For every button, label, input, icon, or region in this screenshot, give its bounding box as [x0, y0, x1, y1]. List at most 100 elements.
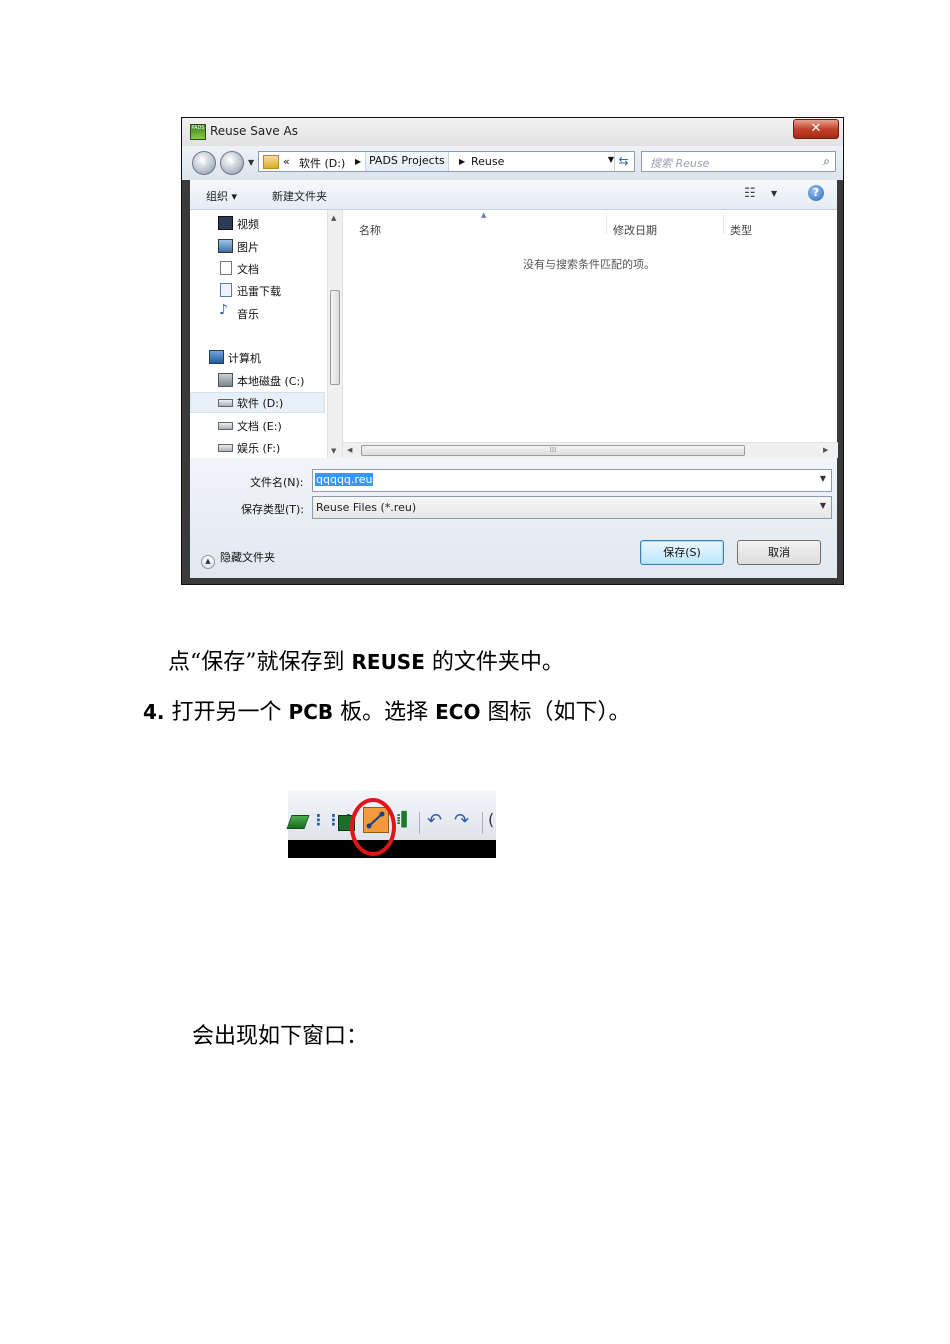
save-options-area: 文件名(N): qqqqq.reu ▼ 保存类型(T): Reuse Files…	[190, 458, 837, 578]
view-options-icon[interactable]: ☷	[744, 186, 756, 201]
hide-folders-label: 隐藏文件夹	[220, 551, 275, 564]
nav-item-xunlei[interactable]: 迅雷下载	[190, 280, 325, 301]
redo-icon[interactable]: ↷	[454, 812, 472, 830]
chevron-up-icon: ▲	[201, 555, 215, 569]
pcb-toolbar-screenshot: ⋮⋮⋮ ⁞▌ ↶ ↷ (	[286, 790, 496, 858]
save-button[interactable]: 保存(S)	[640, 540, 724, 565]
scroll-right-icon[interactable]: ▶	[823, 446, 828, 454]
scrollbar-thumb[interactable]	[330, 290, 340, 385]
scrollbar-thumb[interactable]: ⁞⁞⁞	[361, 445, 745, 456]
filetype-label: 保存类型(T):	[241, 503, 305, 516]
back-button[interactable]: ‹	[192, 151, 216, 175]
breadcrumb-separator-icon[interactable]: ▶	[355, 157, 361, 166]
new-folder-button[interactable]: 新建文件夹	[272, 188, 327, 204]
text-fragment: 板。选择	[340, 700, 429, 725]
filename-label: 文件名(N):	[250, 476, 304, 489]
column-header-date-modified[interactable]: 修改日期	[613, 222, 657, 238]
view-dropdown-icon[interactable]: ▼	[771, 189, 777, 198]
nav-item-pictures[interactable]: 图片	[190, 236, 325, 257]
empty-list-message: 没有与搜索条件匹配的项。	[523, 258, 655, 271]
column-header-type[interactable]: 类型	[730, 222, 752, 238]
nav-item-label: 音乐	[237, 308, 259, 321]
nav-item-label: 软件 (D:)	[237, 397, 284, 410]
column-header-name[interactable]: 名称	[359, 222, 381, 238]
organize-menu[interactable]: 组织 ▾	[206, 188, 237, 204]
filetype-value: Reuse Files (*.reu)	[316, 501, 417, 514]
nav-item-music[interactable]: ♪ 音乐	[190, 303, 325, 324]
hide-folders-toggle[interactable]: ▲ 隐藏文件夹	[201, 549, 275, 569]
search-icon[interactable]: ⌕	[823, 154, 830, 169]
navigation-scrollbar[interactable]: ▲ ▼	[327, 210, 342, 458]
scroll-left-icon[interactable]: ◀	[347, 446, 352, 454]
scroll-up-icon[interactable]: ▲	[331, 214, 336, 222]
nav-item-drive-f[interactable]: 娱乐 (F:)	[190, 437, 325, 458]
step-number: 4.	[143, 700, 165, 724]
close-button[interactable]: ✕	[793, 119, 839, 139]
text-fragment: 的文件夹中。	[431, 650, 564, 675]
file-list-pane: ▲ 名称 修改日期 类型 没有与搜索条件匹配的项。 ◀ ⁞⁞⁞ ▶	[342, 210, 838, 458]
nav-item-label: 计算机	[228, 352, 261, 365]
net-icon[interactable]: ⋮⋮⋮	[311, 812, 356, 830]
music-icon: ♪	[219, 302, 228, 318]
navigation-bar: ‹ › ▼ « 软件 (D:) ▶ PADS Projects ▶ Reuse …	[182, 146, 843, 180]
drive-icon	[218, 444, 233, 452]
breadcrumb-pads-projects[interactable]: PADS Projects	[365, 152, 449, 171]
nav-item-label: 文档	[237, 263, 259, 276]
breadcrumb-separator-icon[interactable]: ▶	[459, 157, 465, 166]
nav-item-label: 视频	[237, 218, 259, 231]
nav-item-label: 图片	[237, 241, 259, 254]
nav-item-label: 娱乐 (F:)	[237, 442, 281, 455]
column-divider[interactable]	[606, 214, 607, 234]
document-icon	[220, 261, 232, 275]
browser-area: 视频 图片 文档 迅雷下载 ♪ 音乐 计算机 本地磁盘 (C:) 软件 (D:)…	[190, 210, 838, 458]
zoom-icon[interactable]: (	[488, 811, 496, 829]
text-keyword-reuse: REUSE	[351, 650, 425, 674]
computer-icon	[209, 350, 224, 364]
nav-item-computer[interactable]: 计算机	[190, 347, 325, 368]
nav-item-drive-c[interactable]: 本地磁盘 (C:)	[190, 370, 325, 391]
command-toolbar: 组织 ▾ 新建文件夹 ☷ ▼ ?	[190, 180, 837, 210]
refresh-icon[interactable]: ⇆	[614, 152, 632, 171]
nav-item-videos[interactable]: 视频	[190, 213, 325, 234]
nav-item-drive-e[interactable]: 文档 (E:)	[190, 415, 325, 436]
breadcrumb-overflow[interactable]: «	[283, 155, 290, 168]
component-icon[interactable]: ⁞▌	[396, 812, 414, 830]
layer-icon[interactable]	[286, 815, 310, 829]
text-fragment: 图标（如下）。	[487, 700, 631, 725]
instruction-save-line: 点“保存”就保存到 REUSE 的文件夹中。	[168, 644, 564, 676]
system-drive-icon	[218, 373, 233, 387]
recent-locations-dropdown-icon[interactable]: ▼	[248, 158, 254, 167]
nav-item-label: 迅雷下载	[237, 285, 281, 298]
filename-input[interactable]: qqqqq.reu ▼	[312, 469, 832, 492]
nav-item-drive-d[interactable]: 软件 (D:)	[190, 392, 325, 413]
breadcrumb-drive-d[interactable]: 软件 (D:)	[299, 155, 345, 171]
video-icon	[218, 216, 233, 230]
column-divider[interactable]	[723, 214, 724, 234]
toolbar-divider	[419, 812, 420, 834]
forward-button[interactable]: ›	[220, 151, 244, 175]
horizontal-scrollbar[interactable]: ◀ ⁞⁞⁞ ▶	[343, 442, 838, 458]
result-caption: 会出现如下窗口：	[192, 1024, 369, 1049]
search-placeholder: 搜索 Reuse	[650, 157, 710, 170]
address-bar[interactable]: « 软件 (D:) ▶ PADS Projects ▶ Reuse ▼ ⇆	[258, 151, 635, 172]
text-keyword-pcb: PCB	[288, 700, 334, 724]
highlight-circle	[350, 798, 396, 856]
drive-icon	[218, 422, 233, 430]
scroll-down-icon[interactable]: ▼	[331, 447, 336, 455]
folder-icon	[263, 155, 279, 169]
filename-dropdown-icon[interactable]: ▼	[820, 474, 826, 483]
help-icon[interactable]: ?	[808, 185, 824, 201]
navigation-pane: 视频 图片 文档 迅雷下载 ♪ 音乐 计算机 本地磁盘 (C:) 软件 (D:)…	[190, 210, 342, 458]
search-box[interactable]: 搜索 Reuse ⌕	[641, 151, 836, 172]
instruction-step-4: 4. 打开另一个 PCB 板。选择 ECO 图标（如下）。	[143, 694, 631, 726]
filetype-dropdown-icon[interactable]: ▼	[820, 501, 826, 510]
dialog-title: Reuse Save As	[210, 124, 298, 138]
filetype-select[interactable]: Reuse Files (*.reu) ▼	[312, 496, 832, 519]
title-bar: PADS Reuse Save As ✕	[182, 118, 843, 146]
drive-icon	[218, 399, 233, 407]
nav-item-documents[interactable]: 文档	[190, 258, 325, 279]
cancel-button[interactable]: 取消	[737, 540, 821, 565]
undo-icon[interactable]: ↶	[427, 812, 445, 830]
text-fragment: 点“保存”就保存到	[168, 650, 345, 675]
breadcrumb-reuse[interactable]: Reuse	[471, 155, 504, 168]
